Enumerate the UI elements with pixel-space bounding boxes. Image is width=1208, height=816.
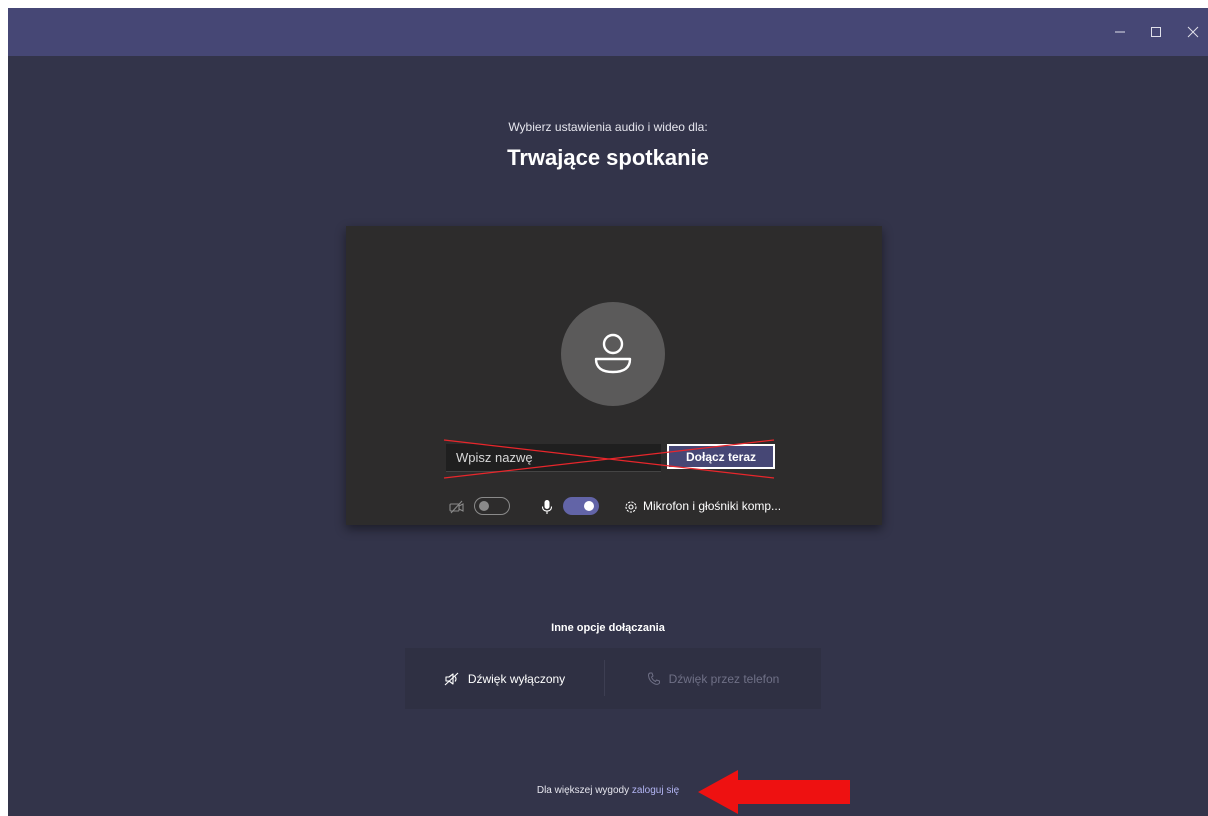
sign-in-prompt: Dla większej wygody zaloguj się <box>8 785 1208 796</box>
other-join-options-label: Inne opcje dołączania <box>551 622 665 634</box>
speaker-off-icon <box>444 672 460 686</box>
device-controls: Mikrofon i głośniki komp... <box>346 496 882 518</box>
audio-device-label[interactable]: Mikrofon i głośniki komp... <box>643 499 781 513</box>
person-icon <box>594 333 632 374</box>
other-join-options: Dźwięk wyłączony Dźwięk przez telefon <box>405 648 821 709</box>
microphone-icon <box>539 499 555 515</box>
close-button[interactable] <box>1178 18 1208 46</box>
teams-window: Wybierz ustawienia audio i wideo dla: Tr… <box>8 8 1208 816</box>
video-preview-panel: Dołącz teraz <box>346 226 882 525</box>
minimize-icon <box>1115 31 1125 33</box>
phone-audio-option[interactable]: Dźwięk przez telefon <box>605 648 821 709</box>
camera-off-icon <box>449 499 465 515</box>
microphone-toggle-knob <box>584 501 594 511</box>
name-input[interactable] <box>446 444 661 472</box>
minimize-button[interactable] <box>1105 18 1135 46</box>
meeting-title: Trwające spotkanie <box>507 145 709 170</box>
gear-icon[interactable] <box>623 499 639 515</box>
join-now-button[interactable]: Dołącz teraz <box>667 444 775 469</box>
close-icon <box>1187 26 1199 38</box>
microphone-toggle[interactable] <box>563 497 599 515</box>
sign-in-prompt-text: Dla większej wygody <box>536 785 632 796</box>
sign-in-link[interactable]: zaloguj się <box>632 785 679 796</box>
camera-toggle-knob <box>479 501 489 511</box>
audio-off-label: Dźwięk wyłączony <box>467 671 566 686</box>
title-bar <box>8 8 1208 56</box>
maximize-button[interactable] <box>1141 18 1171 46</box>
avatar <box>561 302 665 406</box>
phone-icon <box>647 672 661 686</box>
meeting-subtitle: Wybierz ustawienia audio i wideo dla: <box>508 120 708 134</box>
maximize-icon <box>1151 27 1161 37</box>
audio-off-option[interactable]: Dźwięk wyłączony <box>405 648 604 709</box>
phone-audio-label: Dźwięk przez telefon <box>668 671 780 686</box>
camera-toggle[interactable] <box>474 497 510 515</box>
